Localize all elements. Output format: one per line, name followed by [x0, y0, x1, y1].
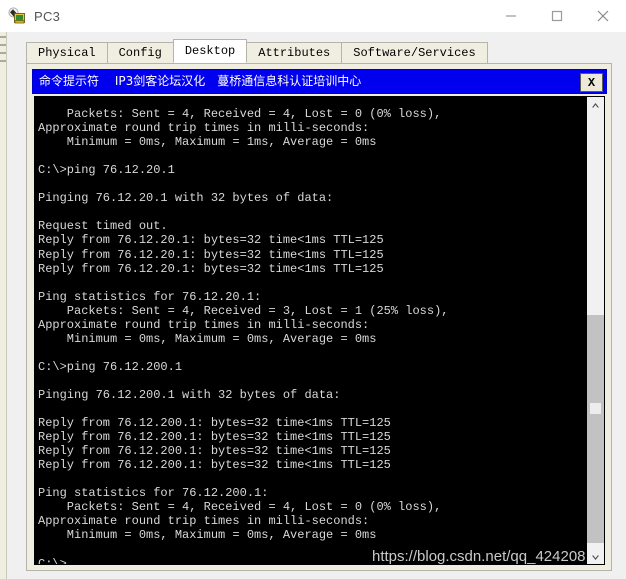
console-text: Packets: Sent = 4, Received = 4, Lost = … — [38, 107, 449, 565]
scrollbar-thumb[interactable] — [587, 315, 604, 543]
tab-config-label: Config — [118, 46, 162, 60]
tab-attributes-label: Attributes — [258, 46, 331, 60]
window-titlebar: PC3 — [0, 0, 626, 32]
tab-bar: Physical Config Desktop Attributes Softw… — [26, 39, 488, 63]
tab-attributes[interactable]: Attributes — [246, 42, 343, 63]
scroll-up-arrow-icon[interactable] — [587, 97, 604, 114]
tab-desktop-label: Desktop — [184, 44, 236, 58]
command-prompt-window: 命令提示符 IP3剑客论坛汉化 蔓桥通信息科认证培训中心 X Packets: … — [32, 69, 607, 567]
tab-software-services[interactable]: Software/Services — [341, 42, 488, 63]
scroll-down-arrow-icon[interactable] — [587, 549, 604, 564]
tab-desktop[interactable]: Desktop — [172, 39, 248, 63]
scrollbar-thumb-grip — [590, 403, 601, 414]
pc-device-icon — [8, 7, 26, 25]
maximize-button[interactable] — [534, 0, 580, 32]
left-rail — [0, 32, 7, 579]
command-prompt-titlebar: 命令提示符 IP3剑客论坛汉化 蔓桥通信息科认证培训中心 X — [32, 69, 607, 94]
console-vertical-scrollbar[interactable] — [587, 97, 604, 564]
pc3-window: PC3 Physical Config Desktop Attributes S… — [0, 0, 626, 579]
minimize-button[interactable] — [488, 0, 534, 32]
close-button[interactable] — [580, 0, 626, 32]
command-prompt-close-label: X — [587, 75, 596, 90]
tab-software-services-label: Software/Services — [353, 46, 476, 60]
tab-physical[interactable]: Physical — [26, 42, 108, 63]
tab-physical-label: Physical — [38, 46, 96, 60]
console-output-area[interactable]: Packets: Sent = 4, Received = 4, Lost = … — [34, 96, 605, 565]
desktop-tab-panel: 命令提示符 IP3剑客论坛汉化 蔓桥通信息科认证培训中心 X Packets: … — [26, 63, 612, 571]
device-panel: Physical Config Desktop Attributes Softw… — [0, 32, 626, 579]
command-prompt-title: 命令提示符 IP3剑客论坛汉化 蔓桥通信息科认证培训中心 — [39, 74, 362, 88]
command-prompt-close-button[interactable]: X — [580, 73, 603, 92]
window-title: PC3 — [34, 8, 61, 24]
window-controls — [488, 0, 626, 32]
tab-config[interactable]: Config — [106, 42, 174, 63]
